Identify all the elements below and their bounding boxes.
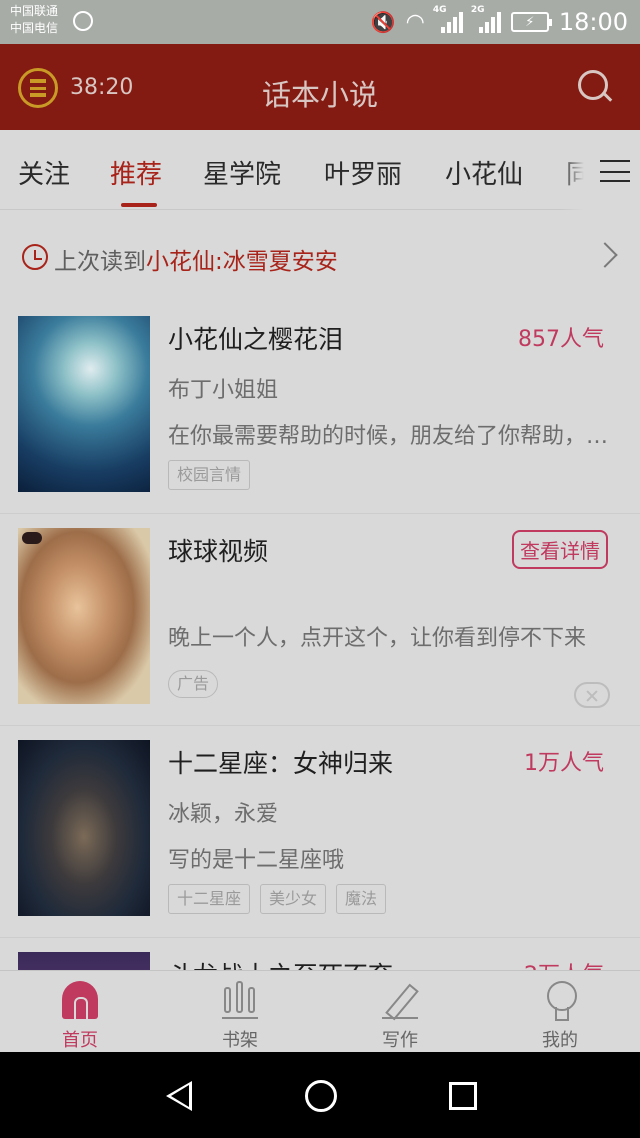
book-description: 在你最需要帮助的时候，朋友给了你帮助，你一辈子都要记住 (168, 424, 612, 449)
tab-recommend[interactable]: 推荐 (110, 154, 162, 191)
tab-xiao-hua-xian[interactable]: 小花仙 (445, 154, 523, 191)
book-tag[interactable]: 校园言情 (168, 460, 251, 490)
menu-icon[interactable] (600, 160, 630, 182)
ad-image[interactable] (18, 528, 150, 704)
status-icons: 🔇 ◠ 4G 2G ⚡ 18:00 (370, 5, 628, 38)
app-title: 话本小说 (261, 78, 378, 112)
book-title[interactable]: 斗龙战士之至死不弃 (168, 956, 393, 970)
book-author[interactable]: 冰颖，永爱 (168, 796, 278, 828)
book-cover[interactable] (18, 740, 150, 916)
ad-description: 晚上一个人，点开这个，让你看到停不下来 (168, 626, 587, 651)
book-tag[interactable]: 魔法 (336, 884, 387, 914)
nav-home-label: 首页 (62, 1030, 98, 1051)
book-tags: 十二星座 美少女 魔法 (168, 884, 387, 914)
tab-star-academy[interactable]: 星学院 (203, 154, 281, 191)
book-item[interactable]: 小花仙之樱花泪 857人气 布丁小姐姐 在你最需要帮助的时候，朋友给了你帮助，你… (0, 302, 640, 514)
tab-follow[interactable]: 关注 (18, 154, 70, 191)
view-details-button[interactable]: 查看详情 (512, 530, 608, 569)
category-tabs: 关注 推荐 星学院 叶罗丽 小花仙 同 (0, 130, 640, 210)
system-navigation-bar (0, 1052, 640, 1138)
signal-4g-icon: 4G (433, 5, 463, 33)
ad-label: 广告 (168, 670, 219, 698)
back-icon[interactable] (166, 1081, 192, 1111)
book-title[interactable]: 小花仙之樱花泪 (168, 320, 343, 356)
nav-profile-label: 我的 (542, 1030, 578, 1051)
nav-profile[interactable]: 我的 (480, 971, 640, 1053)
recent-apps-icon[interactable] (449, 1082, 477, 1110)
nav-bookshelf[interactable]: 书架 (160, 971, 320, 1053)
carrier-2: 中国电信 (10, 21, 59, 35)
history-book-title[interactable]: 小花仙:冰雪夏安安 (146, 249, 338, 275)
reading-history-text: 上次读到小花仙:冰雪夏安安 (54, 242, 338, 276)
nav-bookshelf-label: 书架 (222, 1030, 258, 1051)
nav-home[interactable]: 首页 (0, 971, 160, 1053)
home-icon (62, 981, 98, 1021)
clock-icon (22, 244, 48, 270)
bookshelf-icon (222, 981, 258, 1019)
book-description: 写的是十二星座哦 (168, 848, 345, 873)
network-2g-label: 2G (470, 5, 485, 15)
book-feed: 小花仙之樱花泪 857人气 布丁小姐姐 在你最需要帮助的时候，朋友给了你帮助，你… (0, 302, 640, 970)
user-icon (542, 981, 578, 1021)
active-tab-indicator (121, 203, 157, 207)
book-tags: 校园言情 (168, 460, 251, 490)
carrier-info: 中国联通 中国电信 (10, 3, 58, 37)
no-sim-icon (73, 11, 93, 31)
battery-charging-icon: ⚡ (510, 12, 552, 32)
nav-write-label: 写作 (382, 1030, 418, 1051)
book-cover[interactable] (18, 952, 150, 970)
status-bar: 中国联通 中国电信 🔇 ◠ 4G 2G ⚡ 18:00 (0, 0, 640, 44)
book-author[interactable]: 布丁小姐姐 (168, 372, 278, 404)
book-item[interactable]: 斗龙战士之至死不弃 2万人气 (0, 938, 640, 970)
wifi-icon: ◠ (405, 9, 425, 35)
bottom-navigation: 首页 书架 写作 我的 (0, 970, 640, 1052)
book-tag[interactable]: 美少女 (260, 884, 327, 914)
history-prefix: 上次读到 (54, 249, 146, 275)
book-popularity: 1万人气 (524, 751, 604, 776)
ad-badge-icon (22, 532, 42, 544)
pen-icon (382, 981, 418, 1019)
close-ad-icon[interactable] (574, 682, 610, 708)
book-popularity: 857人气 (518, 327, 604, 352)
signal-2g-icon: 2G (471, 5, 501, 33)
home-button-icon[interactable] (305, 1080, 337, 1112)
mute-icon: 🔇 (370, 10, 396, 34)
book-item[interactable]: 十二星座：女神归来 1万人气 冰颖，永爱 写的是十二星座哦 十二星座 美少女 魔… (0, 726, 640, 938)
book-popularity: 2万人气 (524, 957, 604, 970)
ad-title[interactable]: 球球视频 (168, 532, 268, 568)
clock-time: 18:00 (558, 8, 628, 36)
chevron-right-icon[interactable] (592, 242, 618, 268)
book-title[interactable]: 十二星座：女神归来 (168, 744, 393, 780)
search-icon[interactable] (578, 70, 612, 104)
ad-item[interactable]: 球球视频 查看详情 晚上一个人，点开这个，让你看到停不下来 广告 (0, 514, 640, 726)
network-4g-label: 4G (432, 5, 447, 15)
tab-ye-luo-li[interactable]: 叶罗丽 (324, 154, 402, 191)
nav-write[interactable]: 写作 (320, 971, 480, 1053)
book-tag[interactable]: 十二星座 (168, 884, 251, 914)
book-cover[interactable] (18, 316, 150, 492)
reading-history-row[interactable]: 上次读到小花仙:冰雪夏安安 (0, 210, 640, 302)
app-header: 38:20 话本小说 (0, 44, 640, 130)
carrier-1: 中国联通 (10, 4, 59, 18)
